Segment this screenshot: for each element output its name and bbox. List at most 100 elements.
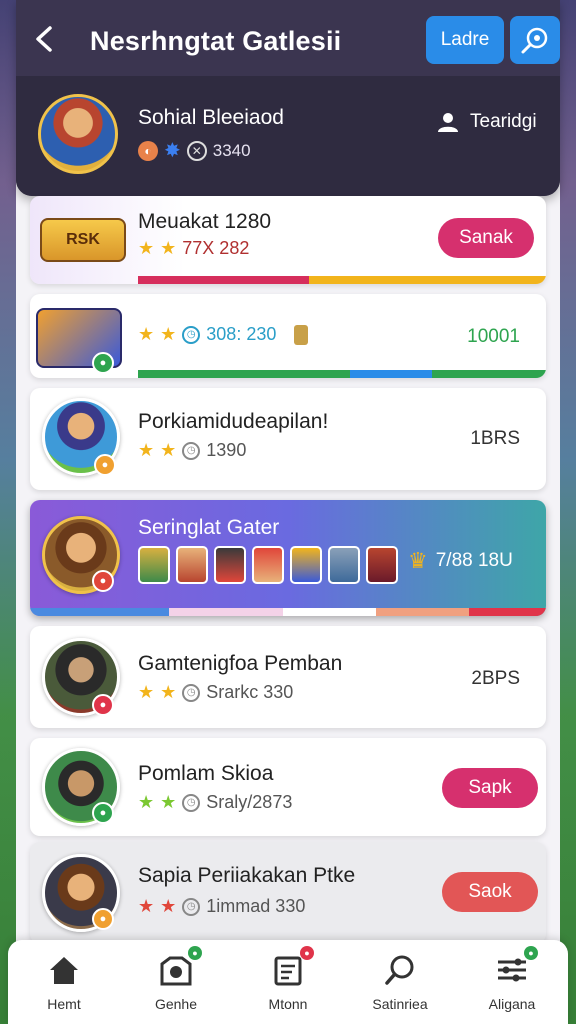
row-score: Sraly/2873 [206,792,293,812]
row-value: 2BPS [471,668,520,689]
header: Nesrhngtat Gatlesii Ladre Sohial Bleeiao… [16,0,560,196]
camera-icon: ● [158,946,202,988]
row-value: 1BRS [470,428,520,449]
profile-avatar[interactable] [38,94,118,174]
trophy-icon [294,324,309,345]
row-score: 1390 [206,440,247,460]
row-meta: ★ ★ ◷ 1390 [138,440,246,461]
list-item[interactable]: ● Pomlam Skioa ★ ★ ◷ Sraly/2873 Sapk [30,738,546,836]
row-action-button[interactable]: Sapk [442,768,538,808]
nav-item-search[interactable]: Satinriea [344,940,456,1024]
progress-stripe [138,276,546,284]
row-meta: ★ ★ ◷ 1immad 330 [138,896,305,917]
row-meta: ★ ★ 77X 282 [138,238,249,259]
row-meta: ★ ★ ◷ 308: 230 [138,324,309,345]
row-score: 77X 282 [182,238,250,258]
team-member-avatar [252,546,284,584]
game-logo-icon: RSK [40,218,126,262]
row-name: Porkiamidudeapilan! [138,410,329,433]
profile-name: Sohial Bleeiaod [138,106,284,129]
star-badge-icon: ✸ [164,140,181,162]
star-icon: ★ [160,324,177,344]
row-name: Pomlam Skioa [138,762,274,785]
timer-icon: ◷ [182,441,201,460]
nav-item-settings[interactable]: ● Aligana [456,940,568,1024]
search-button[interactable] [510,16,560,64]
star-icon: ★ [138,682,155,702]
nav-label: Satinriea [372,996,428,1012]
team-member-avatar [176,546,208,584]
list-item[interactable]: RSK Meuakat 1280 ★ ★ 77X 282 Sanak [30,196,546,284]
nav-label: Aligana [488,996,536,1012]
star-icon: ★ [138,792,155,812]
profile-card[interactable]: Sohial Bleeiaod ◐ ✸ ✕ 3340 Tearidgi [16,76,560,196]
list-item[interactable]: ● ★ ★ ◷ 308: 230 10001 [30,294,546,378]
row-value: 10001 [467,326,520,347]
profile-meta: ◐ ✸ ✕ 3340 [138,138,251,163]
status-badge: ● [92,570,114,592]
progress-stripe [30,608,546,616]
timer-icon: ◷ [182,897,201,916]
star-icon: ★ [160,440,177,460]
list-item[interactable]: ● Gamtenigfoa Pemban ★ ★ ◷ Srarkc 330 2B… [30,626,546,728]
coin-icon: ◐ [138,140,158,161]
star-icon: ★ [138,440,155,460]
user-icon [438,113,458,132]
clipboard-icon: ● [270,946,314,988]
star-icon: ★ [160,792,177,812]
row-name: Meuakat 1280 [138,210,272,233]
row-meta: ★ ★ ◷ Srarkc 330 [138,682,293,703]
profile-tag[interactable]: Tearidgi [436,110,537,134]
star-icon: ★ [138,324,155,344]
status-badge: ● [92,352,114,374]
row-action-button[interactable]: Sanak [438,218,534,258]
close-circle-icon: ✕ [186,140,207,161]
top-bar: Nesrhngtat Gatlesii Ladre [16,0,560,76]
timer-icon: ◷ [182,683,201,702]
row-meta: ★ ★ ◷ Sraly/2873 [138,792,292,813]
list-item[interactable]: ● Porkiamidudeapilan! ★ ★ ◷ 1390 1BRS [30,388,546,490]
status-badge: ● [92,908,114,930]
nav-item-home[interactable]: Hemt [8,940,120,1024]
team-member-avatar [290,546,322,584]
team-member-avatar [138,546,170,584]
search-icon [382,952,418,988]
team-member-avatar [214,546,246,584]
back-arrow-icon[interactable] [32,24,58,54]
row-action-button[interactable]: Saok [442,872,538,912]
row-value: ♛ 7/88 18U [408,548,513,574]
status-badge: ● [92,694,114,716]
trophy-icon: ♛ [408,548,428,573]
row-score: Srarkc 330 [206,682,294,702]
row-score: 1immad 330 [206,896,306,916]
sliders-icon: ● [494,946,538,988]
highlighted-list-item[interactable]: ● Seringlat Gater ♛ 7/88 18U [30,500,546,616]
status-badge: ● [92,802,114,824]
timer-icon: ◷ [182,793,201,812]
notification-dot: ● [300,946,314,960]
star-icon: ★ [138,896,155,916]
row-score: 308: 230 [206,324,277,344]
timer-icon: ◷ [182,325,201,344]
profile-score: 3340 [212,140,251,160]
home-icon [46,952,82,988]
team-member-avatar [366,546,398,584]
star-icon: ★ [138,238,155,258]
page-title: Nesrhngtat Gatlesii [90,26,342,56]
nav-item-missions[interactable]: ● Mtonn [232,940,344,1024]
notification-dot: ● [524,946,538,960]
ladder-button[interactable]: Ladre [426,16,504,64]
nav-item-games[interactable]: ● Genhe [120,940,232,1024]
profile-tag-label: Tearidgi [470,111,537,132]
team-avatars [138,546,398,584]
progress-stripe [138,370,546,378]
row-name: Gamtenigfoa Pemban [138,652,343,675]
star-icon: ★ [160,896,177,916]
row-name: Sapia Periiakakan Ptke [138,864,356,887]
bottom-navigation: Hemt ● Genhe ● Mtonn Satinriea ● Aligana [8,940,568,1024]
notification-dot: ● [188,946,202,960]
list-item[interactable]: ● Sapia Periiakakan Ptke ★ ★ ◷ 1immad 33… [30,842,546,944]
star-icon: ★ [160,682,177,702]
nav-label: Mtonn [268,996,308,1012]
nav-label: Hemt [47,996,81,1012]
